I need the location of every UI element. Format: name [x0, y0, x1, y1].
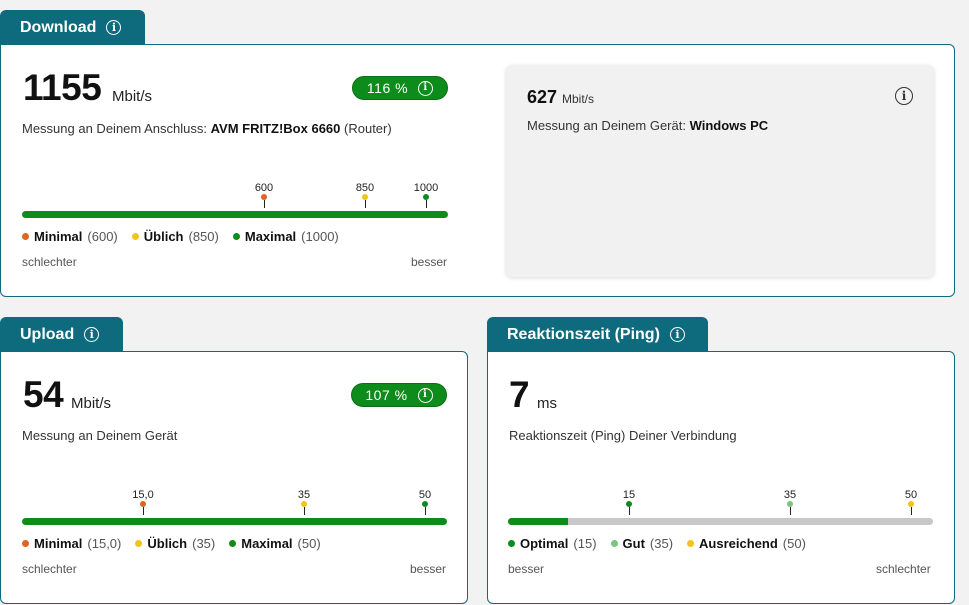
ping-scale-right: schlechter — [876, 562, 931, 576]
device-name: Windows PC — [689, 118, 769, 133]
upload-description: Messung an Deinem Gerät — [22, 428, 178, 443]
device-unit: Mbit/s — [562, 92, 595, 106]
ping-legend: Optimal (15) Gut (35) Ausreichend (50) — [508, 536, 806, 551]
upload-scale-left: schlechter — [22, 562, 77, 576]
device-measurement-panel: 627 Mbit/s i Messung an Deinem Gerät: Wi… — [506, 65, 934, 277]
download-scale-right: besser — [411, 255, 448, 269]
info-icon[interactable]: i — [84, 327, 100, 342]
upload-tab-label: Upload — [20, 325, 75, 343]
download-tab: Download i — [0, 10, 145, 45]
download-card: 1155 Mbit/s 116 % i Messung an Deinem An… — [0, 44, 955, 297]
upload-percent: 107 % — [365, 387, 408, 403]
device-value: 627 — [527, 87, 558, 107]
upload-scale-right: besser — [410, 562, 447, 576]
ping-unit: ms — [537, 395, 557, 412]
download-description: Messung an Deinem Anschluss: AVM FRITZ!B… — [22, 121, 392, 136]
upload-speed-bar — [22, 518, 447, 525]
upload-unit: Mbit/s — [71, 395, 112, 412]
ping-tab-label: Reaktionszeit (Ping) — [507, 325, 660, 343]
download-value: 1155 — [23, 67, 102, 108]
download-unit: Mbit/s — [112, 88, 153, 105]
info-icon[interactable]: i — [669, 327, 685, 342]
ping-latency-bar — [508, 518, 933, 525]
upload-card: 54 Mbit/s 107 % i Messung an Deinem Gerä… — [0, 351, 468, 604]
download-legend: Minimal (600) Üblich (850) Maximal (1000) — [22, 229, 339, 244]
download-tab-label: Download — [20, 18, 97, 36]
download-scale-left: schlechter — [22, 255, 77, 269]
router-name: AVM FRITZ!Box 6660 — [210, 121, 341, 136]
ping-latency-fill — [508, 518, 568, 525]
ping-value: 7 — [509, 374, 530, 415]
download-percent: 116 % — [366, 80, 409, 96]
info-icon[interactable]: i — [417, 387, 433, 403]
ping-card: 7 ms Reaktionszeit (Ping) Deiner Verbind… — [487, 351, 955, 604]
download-percent-badge: 116 % i — [352, 76, 448, 100]
ping-tab: Reaktionszeit (Ping) i — [487, 317, 708, 352]
upload-value: 54 — [23, 374, 64, 415]
info-icon[interactable]: i — [106, 20, 122, 35]
download-speed-bar — [22, 211, 448, 218]
info-icon[interactable]: i — [895, 87, 913, 105]
info-icon[interactable]: i — [418, 80, 434, 96]
upload-percent-badge: 107 % i — [351, 383, 447, 407]
upload-tab: Upload i — [0, 317, 123, 352]
upload-legend: Minimal (15,0) Üblich (35) Maximal (50) — [22, 536, 321, 551]
ping-description: Reaktionszeit (Ping) Deiner Verbindung — [509, 428, 737, 443]
device-description: Messung an Deinem Gerät: Windows PC — [527, 118, 769, 133]
ping-scale-left: besser — [508, 562, 545, 576]
